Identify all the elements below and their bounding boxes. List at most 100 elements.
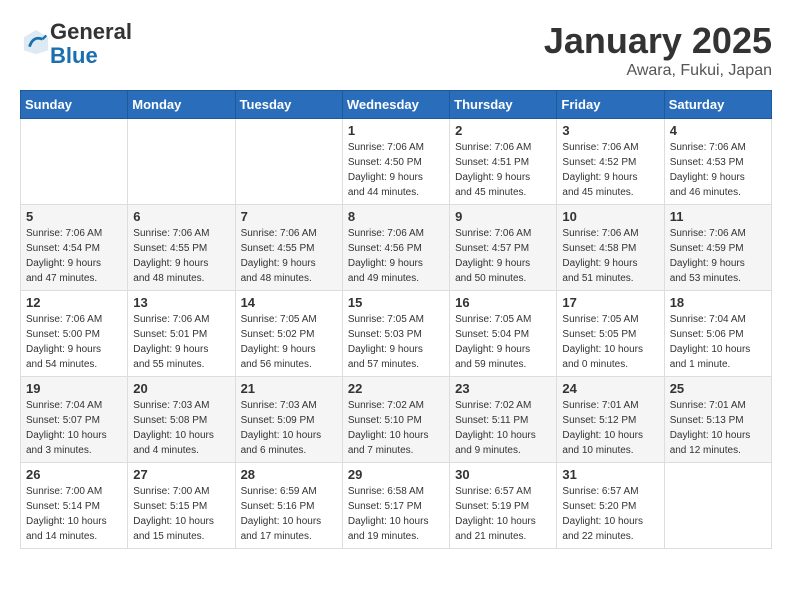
day-number: 3 bbox=[562, 123, 658, 138]
day-number: 10 bbox=[562, 209, 658, 224]
calendar-cell: 13 Sunrise: 7:06 AM Sunset: 5:01 PM Dayli… bbox=[128, 291, 235, 377]
calendar-cell bbox=[664, 463, 771, 549]
calendar-cell: 28Sunrise: 6:59 AM Sunset: 5:16 PM Dayli… bbox=[235, 463, 342, 549]
day-number: 11 bbox=[670, 209, 766, 224]
calendar-cell: 20 Sunrise: 7:03 AM Sunset: 5:08 PM Dayli… bbox=[128, 377, 235, 463]
month-title: January 2025 bbox=[544, 20, 772, 62]
weekday-header: Wednesday bbox=[342, 91, 449, 119]
day-number: 21 bbox=[241, 381, 337, 396]
day-info: Sunrise: 7:01 AM Sunset: 5:12 PM Dayligh… bbox=[562, 398, 658, 458]
calendar-cell: 21 Sunrise: 7:03 AM Sunset: 5:09 PM Dayli… bbox=[235, 377, 342, 463]
calendar-cell: 7 Sunrise: 7:06 AM Sunset: 4:55 PM Daylig… bbox=[235, 205, 342, 291]
weekday-header-row: SundayMondayTuesdayWednesdayThursdayFrid… bbox=[21, 91, 772, 119]
day-info: Sunrise: 7:06 AM Sunset: 4:59 PM Dayligh… bbox=[670, 226, 766, 286]
day-info: Sunrise: 7:05 AM Sunset: 5:03 PM Dayligh… bbox=[348, 312, 444, 372]
day-info: Sunrise: 7:06 AM Sunset: 4:57 PM Dayligh… bbox=[455, 226, 551, 286]
title-area: January 2025 Awara, Fukui, Japan bbox=[544, 20, 772, 80]
day-number: 25 bbox=[670, 381, 766, 396]
calendar-cell: 9 Sunrise: 7:06 AM Sunset: 4:57 PM Daylig… bbox=[450, 205, 557, 291]
day-info: Sunrise: 6:57 AM Sunset: 5:19 PM Dayligh… bbox=[455, 484, 551, 544]
calendar-cell: 6Sunrise: 7:06 AM Sunset: 4:55 PM Daylig… bbox=[128, 205, 235, 291]
day-number: 15 bbox=[348, 295, 444, 310]
day-info: Sunrise: 7:04 AM Sunset: 5:06 PM Dayligh… bbox=[670, 312, 766, 372]
logo-general: General bbox=[50, 19, 132, 44]
day-number: 26 bbox=[26, 467, 122, 482]
calendar-cell: 3 Sunrise: 7:06 AM Sunset: 4:52 PM Daylig… bbox=[557, 119, 664, 205]
day-number: 13 bbox=[133, 295, 229, 310]
day-number: 22 bbox=[348, 381, 444, 396]
day-info: Sunrise: 7:03 AM Sunset: 5:09 PM Dayligh… bbox=[241, 398, 337, 458]
calendar-cell: 14 Sunrise: 7:05 AM Sunset: 5:02 PM Dayli… bbox=[235, 291, 342, 377]
calendar-cell: 16Sunrise: 7:05 AM Sunset: 5:04 PM Dayli… bbox=[450, 291, 557, 377]
day-number: 18 bbox=[670, 295, 766, 310]
day-number: 19 bbox=[26, 381, 122, 396]
logo: General Blue bbox=[20, 20, 132, 68]
day-info: Sunrise: 6:58 AM Sunset: 5:17 PM Dayligh… bbox=[348, 484, 444, 544]
day-info: Sunrise: 7:00 AM Sunset: 5:15 PM Dayligh… bbox=[133, 484, 229, 544]
calendar-week-row: 5 Sunrise: 7:06 AM Sunset: 4:54 PM Daylig… bbox=[21, 205, 772, 291]
day-info: Sunrise: 7:03 AM Sunset: 5:08 PM Dayligh… bbox=[133, 398, 229, 458]
day-info: Sunrise: 7:05 AM Sunset: 5:05 PM Dayligh… bbox=[562, 312, 658, 372]
logo-blue: Blue bbox=[50, 43, 98, 68]
calendar-cell: 12 Sunrise: 7:06 AM Sunset: 5:00 PM Dayli… bbox=[21, 291, 128, 377]
day-info: Sunrise: 7:06 AM Sunset: 4:54 PM Dayligh… bbox=[26, 226, 122, 286]
weekday-header: Saturday bbox=[664, 91, 771, 119]
calendar-week-row: 26Sunrise: 7:00 AM Sunset: 5:14 PM Dayli… bbox=[21, 463, 772, 549]
calendar-cell: 31 Sunrise: 6:57 AM Sunset: 5:20 PM Dayli… bbox=[557, 463, 664, 549]
calendar-cell: 19 Sunrise: 7:04 AM Sunset: 5:07 PM Dayli… bbox=[21, 377, 128, 463]
weekday-header: Friday bbox=[557, 91, 664, 119]
day-number: 9 bbox=[455, 209, 551, 224]
day-info: Sunrise: 7:02 AM Sunset: 5:10 PM Dayligh… bbox=[348, 398, 444, 458]
day-number: 27 bbox=[133, 467, 229, 482]
day-info: Sunrise: 7:06 AM Sunset: 5:01 PM Dayligh… bbox=[133, 312, 229, 372]
day-number: 16 bbox=[455, 295, 551, 310]
day-info: Sunrise: 7:02 AM Sunset: 5:11 PM Dayligh… bbox=[455, 398, 551, 458]
day-number: 23 bbox=[455, 381, 551, 396]
day-number: 4 bbox=[670, 123, 766, 138]
calendar-cell bbox=[21, 119, 128, 205]
day-info: Sunrise: 6:57 AM Sunset: 5:20 PM Dayligh… bbox=[562, 484, 658, 544]
day-number: 1 bbox=[348, 123, 444, 138]
weekday-header: Tuesday bbox=[235, 91, 342, 119]
day-info: Sunrise: 7:06 AM Sunset: 4:55 PM Dayligh… bbox=[241, 226, 337, 286]
logo-text: General Blue bbox=[50, 20, 132, 68]
day-number: 29 bbox=[348, 467, 444, 482]
calendar-cell: 30Sunrise: 6:57 AM Sunset: 5:19 PM Dayli… bbox=[450, 463, 557, 549]
calendar-cell: 8Sunrise: 7:06 AM Sunset: 4:56 PM Daylig… bbox=[342, 205, 449, 291]
day-info: Sunrise: 7:05 AM Sunset: 5:02 PM Dayligh… bbox=[241, 312, 337, 372]
calendar-cell: 29 Sunrise: 6:58 AM Sunset: 5:17 PM Dayli… bbox=[342, 463, 449, 549]
calendar-cell: 4Sunrise: 7:06 AM Sunset: 4:53 PM Daylig… bbox=[664, 119, 771, 205]
day-number: 12 bbox=[26, 295, 122, 310]
day-info: Sunrise: 7:06 AM Sunset: 4:51 PM Dayligh… bbox=[455, 140, 551, 200]
day-info: Sunrise: 7:06 AM Sunset: 5:00 PM Dayligh… bbox=[26, 312, 122, 372]
page-header: General Blue January 2025 Awara, Fukui, … bbox=[20, 20, 772, 80]
calendar-cell: 22 Sunrise: 7:02 AM Sunset: 5:10 PM Dayli… bbox=[342, 377, 449, 463]
calendar-week-row: 19 Sunrise: 7:04 AM Sunset: 5:07 PM Dayli… bbox=[21, 377, 772, 463]
calendar-cell: 11 Sunrise: 7:06 AM Sunset: 4:59 PM Dayli… bbox=[664, 205, 771, 291]
day-number: 14 bbox=[241, 295, 337, 310]
day-number: 6 bbox=[133, 209, 229, 224]
calendar-cell: 15 Sunrise: 7:05 AM Sunset: 5:03 PM Dayli… bbox=[342, 291, 449, 377]
day-number: 31 bbox=[562, 467, 658, 482]
day-info: Sunrise: 7:06 AM Sunset: 4:52 PM Dayligh… bbox=[562, 140, 658, 200]
calendar-cell: 24Sunrise: 7:01 AM Sunset: 5:12 PM Dayli… bbox=[557, 377, 664, 463]
location: Awara, Fukui, Japan bbox=[544, 62, 772, 80]
day-info: Sunrise: 7:01 AM Sunset: 5:13 PM Dayligh… bbox=[670, 398, 766, 458]
day-number: 28 bbox=[241, 467, 337, 482]
calendar-week-row: 1Sunrise: 7:06 AM Sunset: 4:50 PM Daylig… bbox=[21, 119, 772, 205]
calendar-cell bbox=[128, 119, 235, 205]
calendar-cell: 27 Sunrise: 7:00 AM Sunset: 5:15 PM Dayli… bbox=[128, 463, 235, 549]
day-number: 7 bbox=[241, 209, 337, 224]
day-info: Sunrise: 7:04 AM Sunset: 5:07 PM Dayligh… bbox=[26, 398, 122, 458]
day-number: 20 bbox=[133, 381, 229, 396]
day-number: 2 bbox=[455, 123, 551, 138]
weekday-header: Thursday bbox=[450, 91, 557, 119]
calendar-cell: 25 Sunrise: 7:01 AM Sunset: 5:13 PM Dayli… bbox=[664, 377, 771, 463]
calendar-cell: 23 Sunrise: 7:02 AM Sunset: 5:11 PM Dayli… bbox=[450, 377, 557, 463]
weekday-header: Sunday bbox=[21, 91, 128, 119]
calendar-week-row: 12 Sunrise: 7:06 AM Sunset: 5:00 PM Dayli… bbox=[21, 291, 772, 377]
calendar-cell: 18 Sunrise: 7:04 AM Sunset: 5:06 PM Dayli… bbox=[664, 291, 771, 377]
day-number: 5 bbox=[26, 209, 122, 224]
day-number: 17 bbox=[562, 295, 658, 310]
calendar-cell: 17 Sunrise: 7:05 AM Sunset: 5:05 PM Dayli… bbox=[557, 291, 664, 377]
